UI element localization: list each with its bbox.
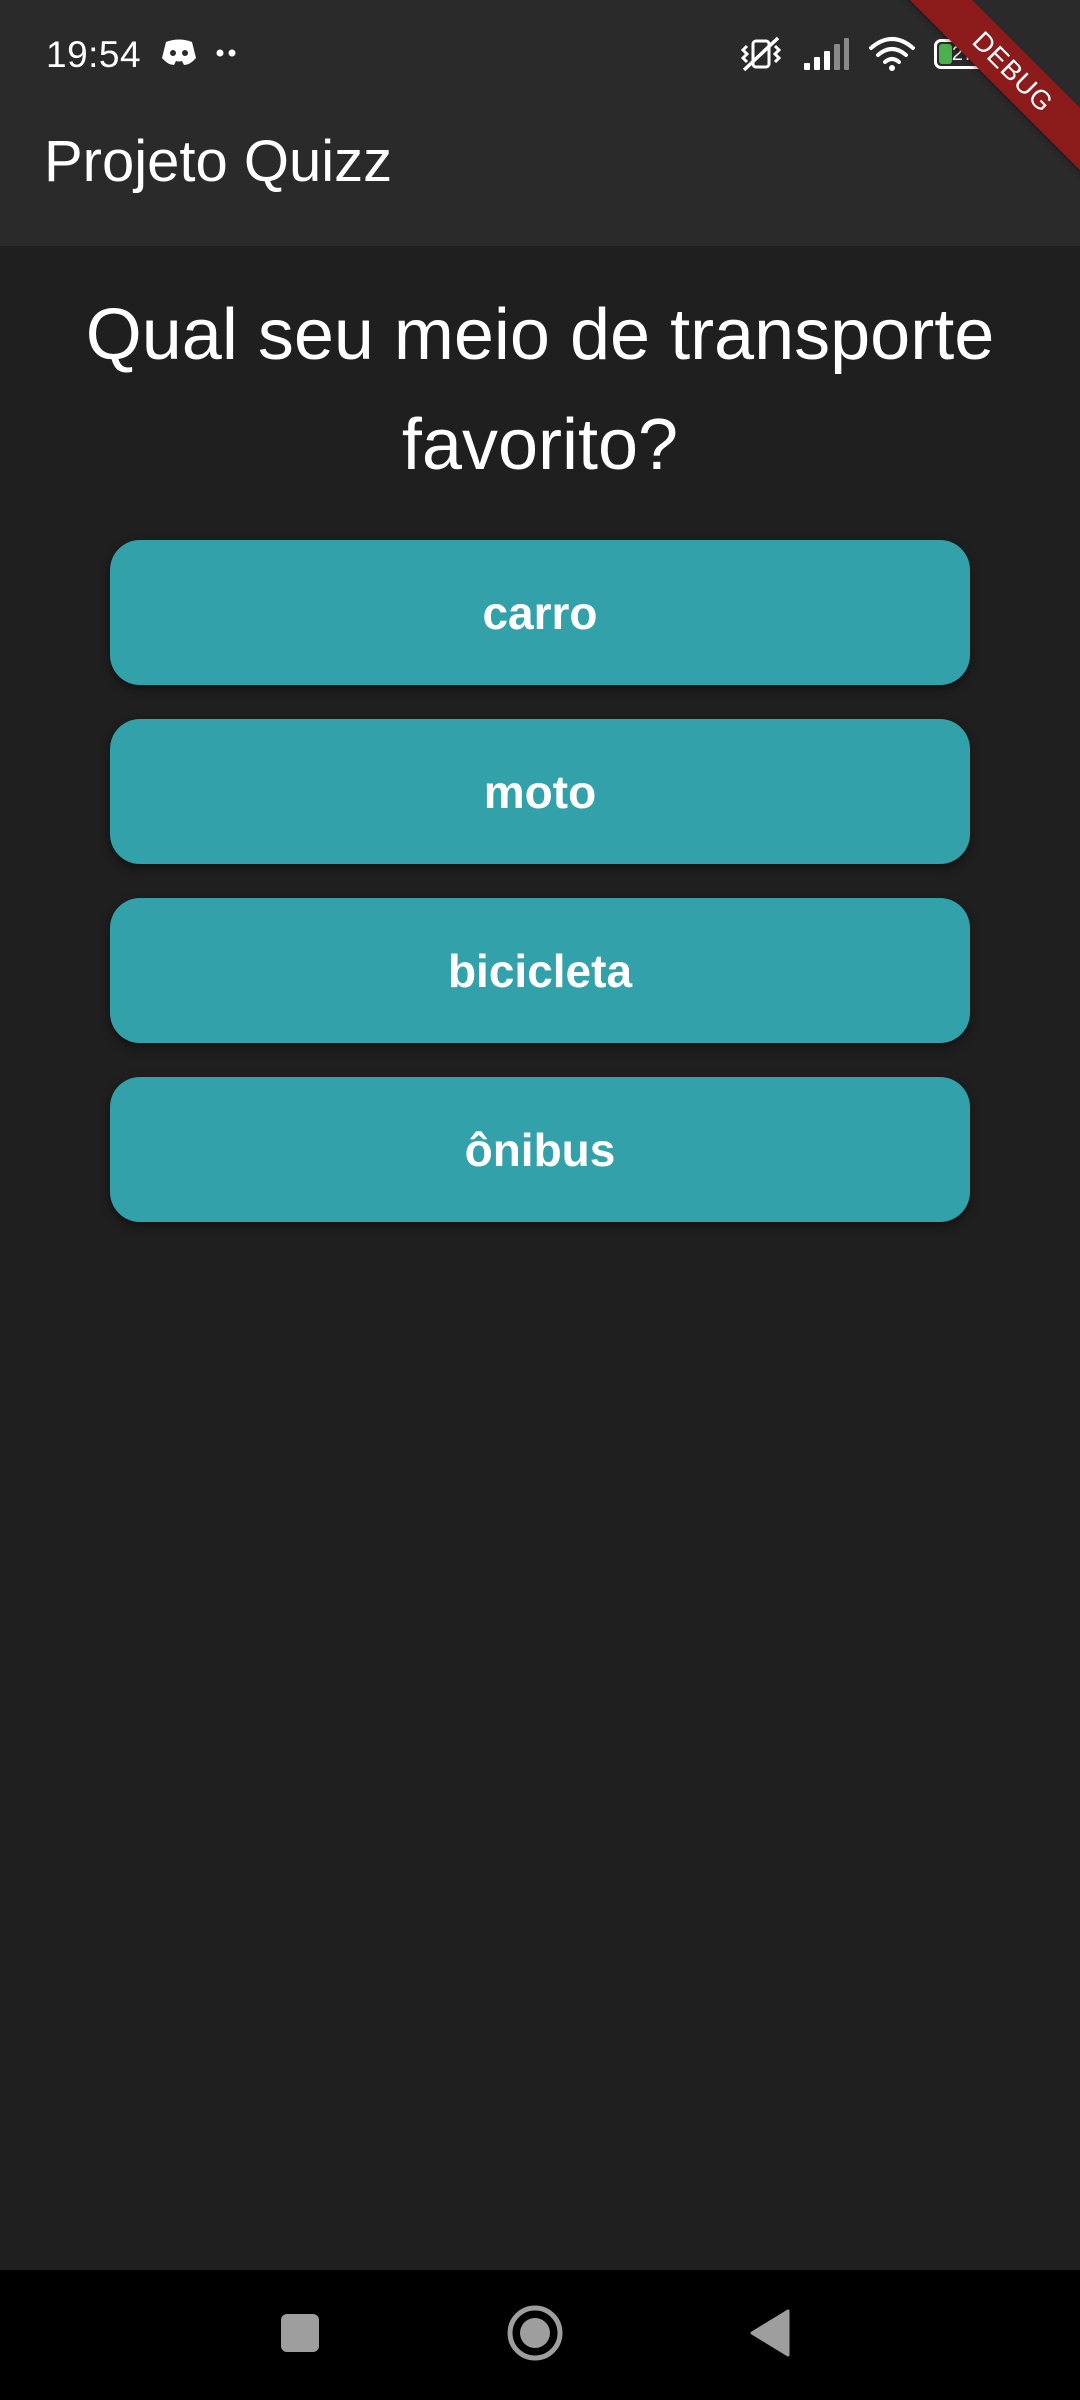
wifi-icon — [868, 36, 916, 72]
vibrate-off-icon — [738, 34, 784, 74]
status-bar: 19:54 — [0, 0, 1080, 114]
recents-button[interactable] — [260, 2270, 340, 2400]
answer-button-bicicleta[interactable]: bicicleta — [110, 898, 970, 1043]
quiz-question: Qual seu meio de transporte favorito? — [85, 295, 995, 485]
more-notifications-icon — [216, 48, 238, 58]
home-button[interactable] — [495, 2270, 575, 2400]
navigation-bar — [0, 2270, 1080, 2400]
back-button[interactable] — [730, 2270, 810, 2400]
cellular-signal-icon — [802, 36, 850, 72]
discord-notification-icon — [160, 38, 198, 68]
answer-button-onibus[interactable]: ônibus — [110, 1077, 970, 1222]
status-time: 19:54 — [46, 34, 142, 75]
recents-icon — [279, 2312, 321, 2359]
app-bar-title: Projeto Quizz — [44, 129, 393, 194]
top-area: 19:54 Projeto Quizz — [0, 0, 1080, 246]
answer-button-moto[interactable]: moto — [110, 719, 970, 864]
app-screen: 19:54 Projeto Quizz DEBUG Qual seu meio … — [0, 0, 1080, 2400]
home-icon — [506, 2304, 564, 2367]
answer-button-carro[interactable]: carro — [110, 540, 970, 685]
notification-icons — [160, 38, 238, 68]
back-icon — [748, 2308, 792, 2363]
